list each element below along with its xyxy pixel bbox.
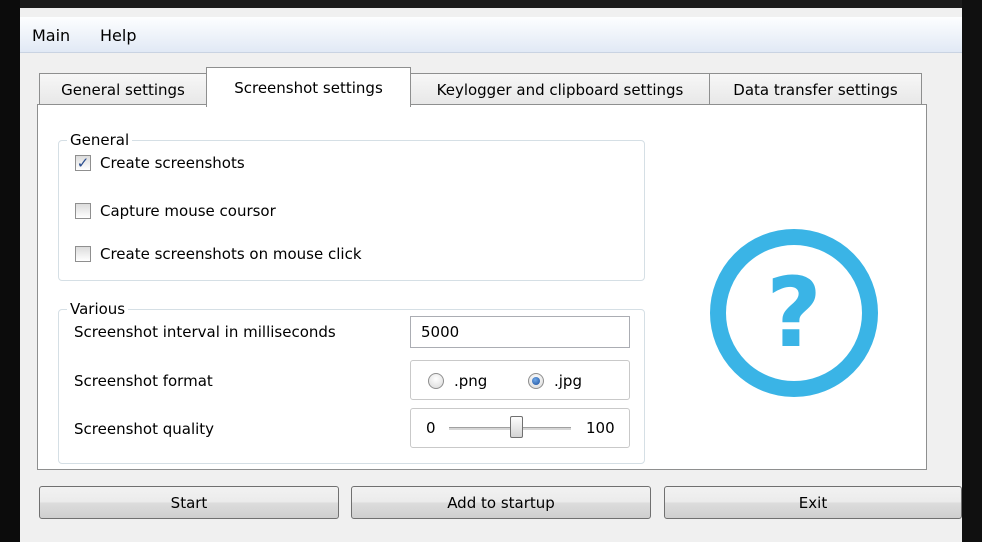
capture-mouse-cursor-label: Capture mouse coursor bbox=[100, 202, 276, 220]
add-to-startup-button[interactable]: Add to startup bbox=[351, 486, 651, 519]
tab-general-settings[interactable]: General settings bbox=[39, 73, 207, 105]
menu-help[interactable]: Help bbox=[94, 24, 142, 47]
create-screenshots-label: Create screenshots bbox=[100, 154, 245, 172]
general-group-title: General bbox=[67, 131, 133, 149]
screenshots-on-click-checkbox[interactable] bbox=[75, 246, 91, 262]
background-right bbox=[962, 0, 982, 542]
quality-slider-thumb[interactable] bbox=[509, 416, 523, 438]
quality-slider-group: 0 100 bbox=[410, 408, 630, 448]
format-jpg-label: .jpg bbox=[554, 372, 582, 390]
screenshot-settings-panel: General ✓ Create screenshots Capture mou… bbox=[37, 104, 927, 470]
question-circle-icon: ? bbox=[710, 229, 878, 397]
tab-data-transfer-settings[interactable]: Data transfer settings bbox=[709, 73, 922, 105]
interval-input[interactable]: 5000 bbox=[410, 316, 630, 348]
start-button[interactable]: Start bbox=[39, 486, 339, 519]
tab-screenshot-settings[interactable]: Screenshot settings bbox=[206, 67, 411, 107]
format-jpg-option[interactable]: .jpg bbox=[528, 372, 582, 390]
various-group: Various Screenshot interval in milliseco… bbox=[58, 300, 645, 464]
screenshots-on-click-option[interactable]: Create screenshots on mouse click bbox=[75, 245, 362, 263]
background-left bbox=[0, 0, 20, 542]
menu-main[interactable]: Main bbox=[26, 24, 76, 47]
format-radio-group: .png .jpg bbox=[410, 360, 630, 400]
format-png-option[interactable]: .png bbox=[428, 372, 487, 390]
window-top-edge bbox=[20, 0, 962, 8]
interval-label: Screenshot interval in milliseconds bbox=[74, 323, 336, 341]
format-png-radio[interactable] bbox=[428, 373, 444, 389]
quality-max-label: 100 bbox=[586, 419, 615, 437]
svg-text:?: ? bbox=[766, 257, 822, 369]
create-screenshots-checkbox[interactable]: ✓ bbox=[75, 154, 91, 172]
screenshots-on-click-label: Create screenshots on mouse click bbox=[100, 245, 362, 263]
quality-min-label: 0 bbox=[426, 419, 436, 437]
menu-bar: Main Help bbox=[20, 17, 962, 53]
settings-window: Main Help General settings Screenshot se… bbox=[20, 8, 962, 542]
format-png-label: .png bbox=[454, 372, 488, 390]
capture-mouse-cursor-checkbox[interactable] bbox=[75, 203, 91, 219]
various-group-title: Various bbox=[67, 300, 129, 318]
tab-keylogger-clipboard-settings[interactable]: Keylogger and clipboard settings bbox=[410, 73, 710, 105]
create-screenshots-option[interactable]: ✓ Create screenshots bbox=[75, 154, 245, 172]
general-group: General ✓ Create screenshots Capture mou… bbox=[58, 131, 645, 281]
format-jpg-radio[interactable] bbox=[528, 373, 544, 389]
quality-label: Screenshot quality bbox=[74, 420, 215, 438]
checkmark-icon: ✓ bbox=[76, 154, 90, 172]
radio-selected-dot bbox=[532, 377, 540, 385]
exit-button[interactable]: Exit bbox=[664, 486, 962, 519]
capture-mouse-cursor-option[interactable]: Capture mouse coursor bbox=[75, 202, 276, 220]
format-label: Screenshot format bbox=[74, 372, 213, 390]
